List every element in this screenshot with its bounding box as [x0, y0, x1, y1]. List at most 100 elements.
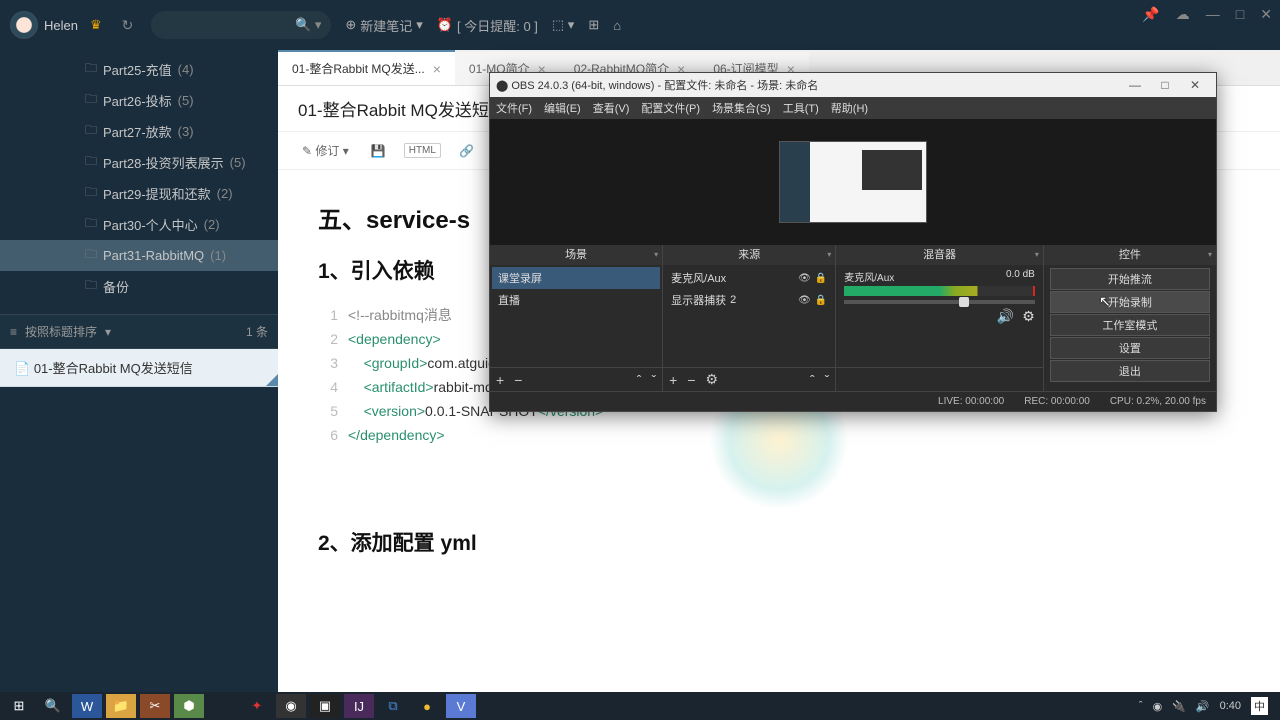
control-button[interactable]: 工作室模式 — [1050, 314, 1210, 336]
folder-item[interactable]: 🗀Part27-放款 (3) — [0, 116, 278, 147]
chrome-icon[interactable] — [208, 694, 238, 718]
scenes-panel: 场景 课堂录屏直播 + − ˆ ˇ — [490, 245, 662, 391]
control-button[interactable]: 退出 — [1050, 360, 1210, 382]
tab-close-icon[interactable]: × — [433, 61, 441, 77]
word-icon[interactable]: W — [72, 694, 102, 718]
obs-menu-item[interactable]: 编辑(E) — [544, 100, 581, 116]
visibility-icon[interactable]: 👁 — [798, 295, 811, 306]
visibility-icon[interactable]: 👁 — [798, 273, 811, 284]
folder-label: Part31-RabbitMQ — [103, 248, 204, 263]
mixer-source-label: 麦克风/Aux — [844, 269, 894, 284]
save-icon[interactable]: 💾 — [367, 142, 390, 160]
explorer-icon[interactable]: 📁 — [106, 694, 136, 718]
folder-item[interactable]: 🗀Part30-个人中心 (2) — [0, 209, 278, 240]
obs-titlebar[interactable]: ⬤ OBS 24.0.3 (64-bit, windows) - 配置文件: 未… — [490, 73, 1216, 97]
obs-menu-item[interactable]: 工具(T) — [783, 100, 819, 116]
scene-down-icon[interactable]: ˇ — [651, 372, 656, 388]
start-icon[interactable]: ⊞ — [4, 694, 34, 718]
vscode-icon[interactable]: ⧉ — [378, 694, 408, 718]
scene-up-icon[interactable]: ˆ — [637, 372, 642, 388]
folder-item[interactable]: 🗀Part31-RabbitMQ (1) — [0, 240, 278, 271]
tray-time[interactable]: 0:40 — [1220, 700, 1241, 712]
link-icon[interactable]: 🔗 — [455, 142, 478, 160]
apps-icon[interactable]: ⊞ — [588, 17, 599, 33]
scene-item[interactable]: 直播 — [492, 289, 660, 311]
folder-item[interactable]: 🗀Part28-投资列表展示 (5) — [0, 147, 278, 178]
app-icon-4[interactable]: V — [446, 694, 476, 718]
obs-menu-item[interactable]: 帮助(H) — [831, 100, 868, 116]
tray-net-icon[interactable]: 🔌 — [1172, 700, 1186, 713]
mixer-db: 0.0 dB — [1006, 269, 1035, 284]
doc-item[interactable]: 📄 01-整合Rabbit MQ发送短信 — [0, 349, 278, 387]
source-item[interactable]: 显示器捕获 2👁🔒 — [665, 289, 833, 311]
add-source-icon[interactable]: + — [669, 372, 677, 388]
control-button[interactable]: 开始推流 — [1050, 268, 1210, 290]
ide-icon[interactable]: IJ — [344, 694, 374, 718]
control-button[interactable]: 开始录制 — [1050, 291, 1210, 313]
line-number: 5 — [318, 399, 348, 423]
folder-item[interactable]: 🗀Part29-提现和还款 (2) — [0, 178, 278, 209]
search-input[interactable]: 🔍 ▾ — [151, 11, 331, 39]
lock-icon[interactable]: 🔒 — [815, 295, 827, 306]
sources-header[interactable]: 来源 — [663, 245, 835, 265]
home-icon[interactable]: ⌂ — [613, 18, 621, 33]
tray-up-icon[interactable]: ˆ — [1139, 700, 1143, 712]
app-icon-1[interactable]: ⬢ — [174, 694, 204, 718]
folder-item[interactable]: 🗀备份 — [0, 271, 278, 302]
obs-minimize-icon[interactable]: — — [1120, 78, 1150, 92]
folder-item[interactable]: 🗀Part25-充值 (4) — [0, 54, 278, 85]
refresh-icon[interactable]: ↻ — [122, 17, 134, 34]
crown-icon[interactable]: ♛ — [90, 17, 102, 33]
volume-slider[interactable] — [844, 300, 1035, 304]
tray-ime[interactable]: 中 — [1251, 697, 1268, 715]
html-badge[interactable]: HTML — [404, 143, 441, 158]
terminal-icon[interactable]: ▣ — [310, 694, 340, 718]
search-task-icon[interactable]: 🔍 — [38, 694, 68, 718]
obs-menu-item[interactable]: 场景集合(S) — [712, 100, 771, 116]
source-up-icon[interactable]: ˆ — [810, 372, 815, 388]
reminder-button[interactable]: ⏰ [ 今日提醒: 0 ] — [437, 16, 538, 35]
source-item[interactable]: 麦克风/Aux 👁🔒 — [665, 267, 833, 289]
remove-scene-icon[interactable]: − — [514, 372, 522, 388]
mixer-settings-icon[interactable]: ⚙ — [1022, 308, 1035, 325]
obs-task-icon[interactable]: ◉ — [276, 694, 306, 718]
lock-icon[interactable]: 🔒 — [815, 273, 827, 284]
obs-maximize-icon[interactable]: □ — [1150, 78, 1180, 92]
scenes-header[interactable]: 场景 — [490, 245, 662, 265]
cloud-icon[interactable]: ☁ — [1176, 6, 1190, 23]
revise-button[interactable]: ✎ 修订 ▾ — [298, 140, 353, 161]
folder-item[interactable]: 🗀Part26-投标 (5) — [0, 85, 278, 116]
obs-preview[interactable] — [490, 119, 1216, 245]
obs-menu-item[interactable]: 查看(V) — [593, 100, 630, 116]
mixer-header[interactable]: 混音器 — [836, 245, 1043, 265]
control-button[interactable]: 设置 — [1050, 337, 1210, 359]
sort-row[interactable]: ≡ 按照标题排序 ▾ 1 条 — [0, 314, 278, 349]
expand-icon[interactable]: ⬚ ▾ — [552, 17, 574, 33]
maximize-icon[interactable]: □ — [1236, 6, 1244, 23]
folder-label: Part29-提现和还款 — [103, 184, 211, 203]
new-note-button[interactable]: ⊕ 新建笔记 ▾ — [345, 16, 422, 35]
scene-item[interactable]: 课堂录屏 — [492, 267, 660, 289]
obs-menu-item[interactable]: 配置文件(P) — [641, 100, 700, 116]
user-avatar[interactable] — [10, 11, 38, 39]
app-icon-3[interactable]: ● — [412, 694, 442, 718]
doc-icon: 📄 — [14, 361, 30, 376]
obs-menu-item[interactable]: 文件(F) — [496, 100, 532, 116]
speaker-icon[interactable]: 🔊 — [997, 308, 1014, 325]
source-down-icon[interactable]: ˇ — [825, 372, 830, 388]
pin-icon[interactable]: 📌 — [1142, 6, 1159, 23]
source-settings-icon[interactable]: ⚙ — [706, 371, 719, 388]
tray-vol-icon[interactable]: 🔊 — [1196, 700, 1210, 713]
folder-tree: 🗀Part25-充值 (4)🗀Part26-投标 (5)🗀Part27-放款 (… — [0, 50, 278, 306]
controls-header[interactable]: 控件 — [1044, 245, 1216, 265]
editor-tab[interactable]: 01-整合Rabbit MQ发送...× — [278, 50, 455, 85]
obs-close-icon[interactable]: ✕ — [1180, 78, 1210, 92]
minimize-icon[interactable]: — — [1206, 6, 1220, 23]
add-scene-icon[interactable]: + — [496, 372, 504, 388]
screenshot-icon[interactable]: ✂ — [140, 694, 170, 718]
close-icon[interactable]: ✕ — [1260, 6, 1272, 23]
app-icon-2[interactable]: ✦ — [242, 694, 272, 718]
obs-title-text: OBS 24.0.3 (64-bit, windows) - 配置文件: 未命名… — [511, 77, 818, 93]
tray-obs-icon[interactable]: ◉ — [1153, 700, 1163, 713]
remove-source-icon[interactable]: − — [687, 372, 695, 388]
